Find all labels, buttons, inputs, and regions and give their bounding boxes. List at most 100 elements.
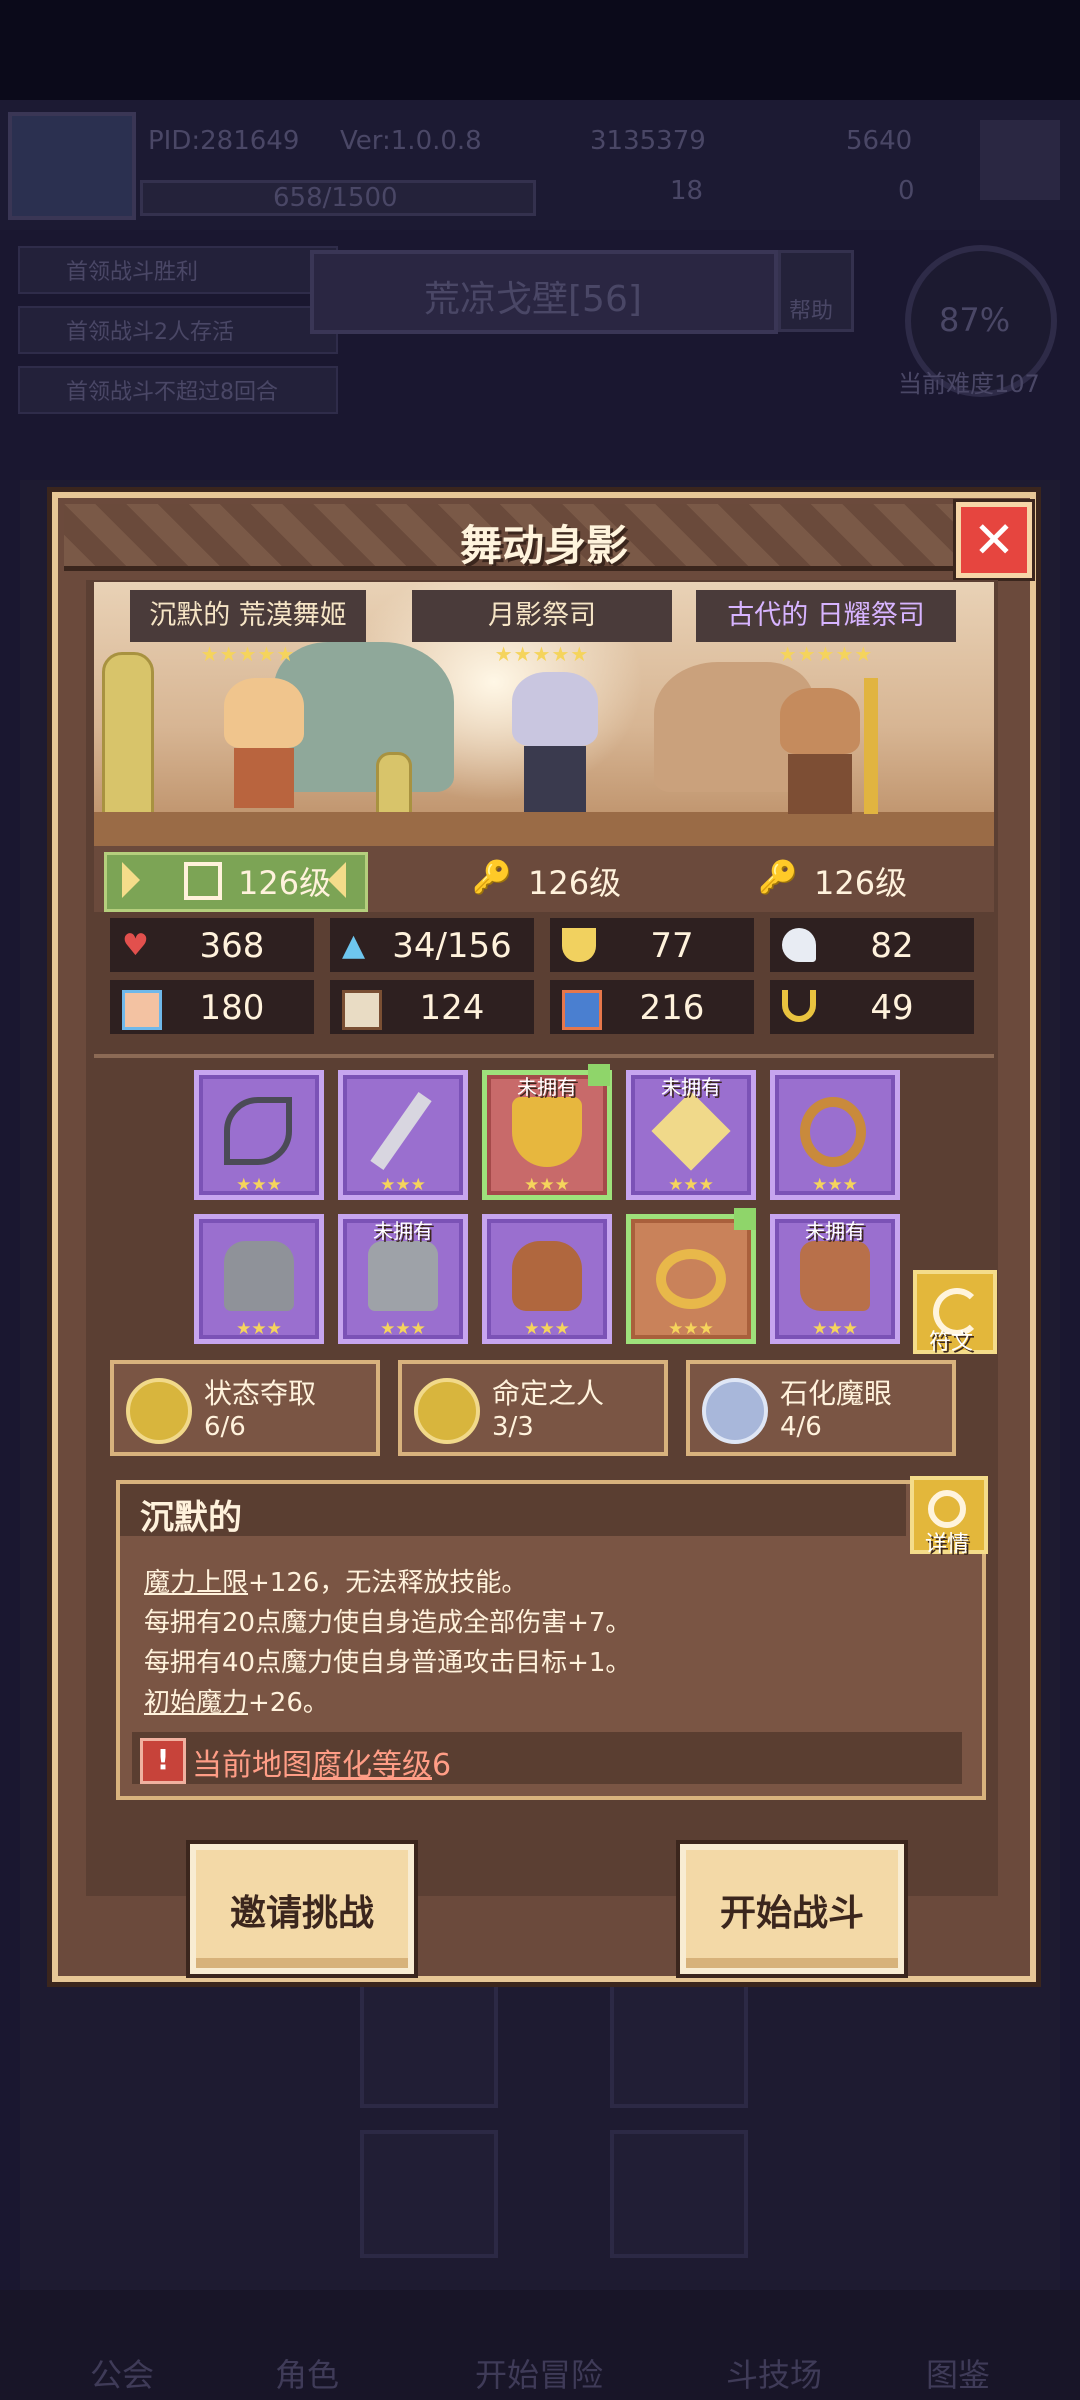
equip-stars: ★★★ <box>524 1319 570 1339</box>
hero-2-name[interactable]: 月影祭司 <box>412 590 672 642</box>
staff-icon <box>864 678 878 814</box>
equip-ring[interactable]: ★★★ <box>770 1070 900 1200</box>
not-owned-tag: 未拥有 <box>805 1219 865 1243</box>
equip-armor[interactable]: ★★★ <box>194 1214 324 1344</box>
stat-mana: ▲ 34/156 <box>330 918 534 972</box>
bg-slot <box>360 2130 498 2258</box>
hero-3-level-icon: 🔑 <box>758 858 798 896</box>
sprite-body <box>234 748 294 808</box>
invite-challenge-label: 邀请挑战 <box>229 1893 374 1934</box>
stat-mana-value: 34/156 <box>392 926 512 966</box>
sprite-body <box>524 746 586 812</box>
equip-stars: ★★★ <box>380 1319 426 1339</box>
necklace-icon <box>656 1249 726 1309</box>
gold-count: 3135379 <box>590 126 706 156</box>
task-3-label: 首领战斗不超过8回合 <box>66 380 278 405</box>
help-button[interactable]: 帮助 <box>778 250 854 332</box>
equip-gauntlet[interactable]: ★★★ <box>482 1214 612 1344</box>
warning-prefix: 当前地图 <box>192 1748 312 1783</box>
equip-stars: ★★★ <box>812 1319 858 1339</box>
trait-description: 沉默的 详情 魔力上限+126，无法释放技能。 每拥有20点魔力使自身造成全部伤… <box>116 1476 988 1800</box>
hero-3-stars: ★★★★★ <box>778 642 874 666</box>
stat-hp-value: 368 <box>199 926 265 966</box>
nav-character[interactable]: 角色 <box>275 2350 339 2396</box>
player-avatar[interactable] <box>8 112 136 220</box>
moon-priest-sprite[interactable] <box>484 672 624 822</box>
boots-icon <box>800 1241 870 1311</box>
crystal-icon <box>651 1091 731 1171</box>
set-bonus-1[interactable]: 状态夺取 6/6 <box>110 1360 380 1456</box>
sprite-head <box>512 672 598 746</box>
equip-amulet[interactable]: 未拥有 ★★★ <box>482 1070 612 1200</box>
equip-boots[interactable]: 未拥有 ★★★ <box>770 1214 900 1344</box>
task-2-label: 首领战斗2人存活 <box>66 320 234 345</box>
mana-cap-link[interactable]: 魔力上限 <box>144 1568 248 1598</box>
corruption-level-link[interactable]: 腐化等级 <box>312 1748 432 1783</box>
equip-stars: ★★★ <box>236 1319 282 1339</box>
equip-chest[interactable]: 未拥有 ★★★ <box>338 1214 468 1344</box>
initial-mana-link[interactable]: 初始魔力 <box>144 1688 248 1718</box>
bow-icon <box>224 1097 292 1165</box>
not-owned-tag: 未拥有 <box>373 1219 433 1243</box>
rune-label: 符文 <box>928 1330 973 1355</box>
hero-2-level[interactable]: 126级 <box>528 858 621 904</box>
status-bar-area <box>0 0 1080 100</box>
trait-line-4-text: +26。 <box>248 1688 329 1718</box>
task-1-label: 首领战斗胜利 <box>66 260 199 285</box>
desert-dancer-sprite[interactable] <box>194 678 334 818</box>
corruption-warning: ! 当前地图腐化等级6 <box>132 1732 962 1784</box>
task-1: 首领战斗胜利 <box>18 246 338 294</box>
upgrade-icon <box>588 1064 610 1086</box>
sun-priest-sprite[interactable] <box>758 678 908 818</box>
set-bonus-3[interactable]: 石化魔眼 4/6 <box>686 1360 956 1456</box>
set-bonus-2[interactable]: 命定之人 3/3 <box>398 1360 668 1456</box>
nav-codex[interactable]: 图鉴 <box>926 2350 990 2396</box>
stat-evasion-value: 82 <box>870 926 914 966</box>
magnifier-icon <box>928 1490 966 1528</box>
corruption-level-value: 6 <box>432 1748 452 1783</box>
set-bonus-1-count: 6/6 <box>204 1412 246 1442</box>
nav-start-adventure[interactable]: 开始冒险 <box>475 2350 603 2396</box>
stat-luck-value: 49 <box>870 988 914 1028</box>
equip-crystal[interactable]: 未拥有 ★★★ <box>626 1070 756 1200</box>
nav-guild[interactable]: 公会 <box>90 2350 154 2396</box>
stat-attack: 180 <box>110 980 314 1034</box>
close-button[interactable]: ✕ <box>956 502 1032 578</box>
hero-3-level[interactable]: 126级 <box>814 858 907 904</box>
location-banner[interactable]: 荒凉戈壁[56] <box>310 250 778 334</box>
trait-line-4: 初始魔力+26。 <box>144 1682 329 1719</box>
pid-text: PID:281649 <box>148 126 300 156</box>
stat-hp: ♥ 368 <box>110 918 314 972</box>
stat-evasion: 82 <box>770 918 974 972</box>
trait-line-3: 每拥有40点魔力使自身普通攻击目标+1。 <box>144 1648 632 1678</box>
hero-3-name[interactable]: 古代的 日耀祭司 <box>696 590 956 642</box>
sprite-body <box>788 754 852 814</box>
hero-1-name[interactable]: 沉默的 荒漠舞姬 <box>130 590 366 642</box>
stat-magic-value: 124 <box>419 988 485 1028</box>
hero-2-name-text: 月影祭司 <box>488 600 596 631</box>
hero-scene: 沉默的 荒漠舞姬 ★★★★★ 月影祭司 ★★★★★ 古代的 日耀祭司 ★★★★★ <box>94 582 994 846</box>
location-name: 荒凉戈壁[56] <box>424 279 642 320</box>
set-bonus-3-count: 4/6 <box>780 1412 822 1442</box>
start-battle-button[interactable]: 开始战斗 <box>680 1844 904 1974</box>
stat-speed: 216 <box>550 980 754 1034</box>
bottom-nav: 公会 角色 开始冒险 斗技场 图鉴 <box>0 2290 1080 2400</box>
invite-challenge-button[interactable]: 邀请挑战 <box>190 1844 414 1974</box>
hero-1-stars: ★★★★★ <box>200 642 296 666</box>
version-text: Ver:1.0.0.8 <box>340 126 482 156</box>
settings-icon[interactable] <box>980 120 1060 200</box>
help-label: 帮助 <box>789 299 834 324</box>
equip-stars: ★★★ <box>668 1175 714 1195</box>
equip-bow[interactable]: ★★★ <box>194 1070 324 1200</box>
task-3: 首领战斗不超过8回合 <box>18 366 338 414</box>
equip-dagger[interactable]: ★★★ <box>338 1070 468 1200</box>
hero-3-name-text: 古代的 日耀祭司 <box>727 600 925 631</box>
chest-armor-icon <box>368 1241 438 1311</box>
nav-arena[interactable]: 斗技场 <box>726 2350 822 2396</box>
equip-stars: ★★★ <box>812 1175 858 1195</box>
silver-coin-icon <box>702 1378 768 1444</box>
trait-title: 沉默的 <box>140 1498 242 1538</box>
progress-text: 87% <box>939 301 1011 339</box>
key-count: 18 <box>670 176 704 206</box>
equip-necklace[interactable]: ★★★ <box>626 1214 756 1344</box>
